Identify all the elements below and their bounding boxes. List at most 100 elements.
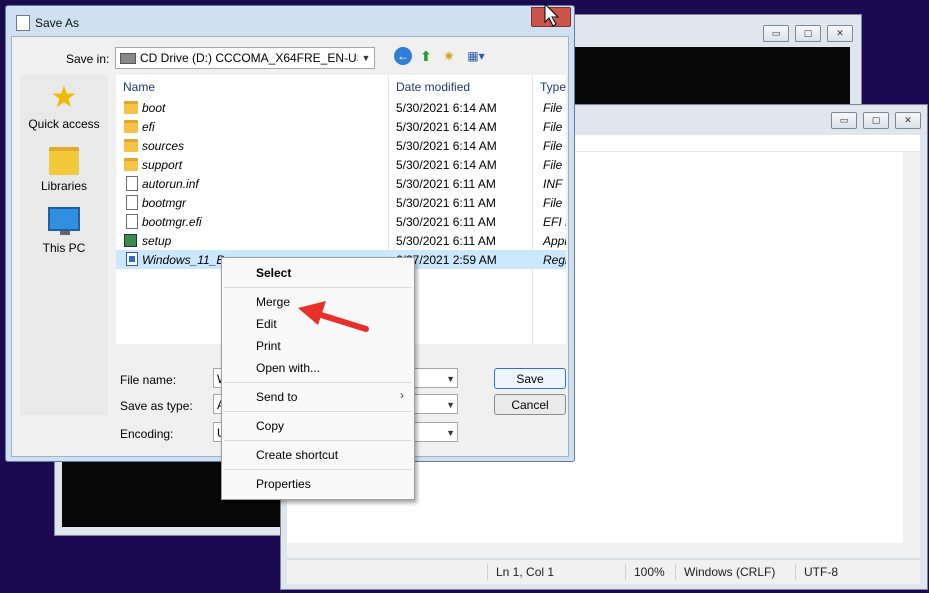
console-close-button[interactable]: ✕	[827, 25, 853, 42]
menu-item-print[interactable]: Print	[256, 339, 281, 353]
menu-separator	[224, 440, 412, 441]
file-name: bootmgr.efi	[142, 215, 202, 229]
cancel-button[interactable]: Cancel	[494, 394, 566, 415]
file-date: 5/30/2021 6:14 AM	[396, 139, 497, 153]
place-libraries[interactable]: Libraries	[20, 147, 108, 193]
star-icon: ★	[50, 81, 78, 114]
folder-icon	[124, 120, 138, 133]
menu-separator	[224, 382, 412, 383]
file-type: EFI Fi	[543, 215, 566, 229]
registry-file-icon	[126, 252, 138, 266]
file-date: 5/30/2021 6:14 AM	[396, 158, 497, 172]
console-maximize-button[interactable]: ▢	[795, 25, 821, 42]
back-icon[interactable]: ←	[394, 47, 412, 65]
save-as-type-label: Save as type:	[120, 399, 193, 413]
file-type: File fo	[543, 139, 566, 153]
file-type: File fo	[543, 120, 566, 134]
save-in-dropdown[interactable]: CD Drive (D:) CCCOMA_X64FRE_EN-US_DV ▼	[115, 47, 375, 69]
place-label: This PC	[42, 241, 86, 255]
folder-icon	[124, 101, 138, 114]
menu-item-merge[interactable]: Merge	[256, 295, 290, 309]
console-minimize-button[interactable]: ▭	[763, 25, 789, 42]
up-folder-icon[interactable]: ⬆	[417, 47, 435, 65]
place-quick-access[interactable]: ★ Quick access	[20, 81, 108, 132]
file-type: Appli	[543, 234, 566, 248]
view-menu-icon[interactable]: ▦▾	[463, 47, 489, 65]
dialog-close-button[interactable]: ✕	[531, 7, 571, 27]
this-pc-icon	[48, 207, 80, 235]
notepad-title-buttons: ▭ ▢ ✕	[831, 112, 921, 129]
notepad-close-button[interactable]: ✕	[895, 112, 921, 129]
notepad-maximize-button[interactable]: ▢	[863, 112, 889, 129]
file-icon	[126, 214, 138, 229]
file-name: bootmgr	[142, 196, 187, 210]
folder-icon	[124, 139, 138, 152]
menu-item-create-shortcut[interactable]: Create shortcut	[256, 448, 338, 462]
chevron-down-icon: ▼	[446, 374, 455, 384]
chevron-down-icon: ▼	[446, 400, 455, 410]
file-icon	[126, 176, 138, 191]
new-folder-icon[interactable]: ✷	[440, 47, 458, 65]
menu-item-select[interactable]: Select	[256, 266, 291, 280]
save-in-label: Save in:	[66, 52, 110, 66]
file-name: setup	[142, 234, 172, 248]
file-row[interactable]: boot 5/30/2021 6:14 AM File fo	[116, 98, 566, 117]
console-title-buttons: ▭ ▢ ✕	[763, 25, 853, 42]
notepad-horizontal-scrollbar[interactable]	[287, 543, 920, 557]
file-date: 5/30/2021 6:14 AM	[396, 101, 497, 115]
place-label: Libraries	[40, 179, 88, 193]
menu-separator	[224, 469, 412, 470]
file-row[interactable]: bootmgr.efi 5/30/2021 6:11 AM EFI Fi	[116, 212, 566, 231]
file-row[interactable]: support 5/30/2021 6:14 AM File fo	[116, 155, 566, 174]
file-type: Regis	[543, 253, 566, 267]
dialog-title: Save As	[35, 16, 80, 30]
file-name: support	[142, 158, 183, 172]
place-label: Quick access	[28, 117, 100, 131]
file-date: 5/30/2021 6:11 AM	[396, 177, 496, 191]
place-this-pc[interactable]: This PC	[20, 207, 108, 255]
file-icon	[126, 195, 138, 210]
column-header-name[interactable]: Name	[123, 80, 155, 94]
file-type: File	[543, 196, 563, 210]
places-bar: ★ Quick access Libraries This PC	[20, 75, 108, 415]
menu-item-open-with[interactable]: Open with...	[256, 361, 320, 375]
status-zoom: 100%	[625, 564, 672, 580]
column-header-type[interactable]: Type	[540, 80, 566, 94]
file-type: File fo	[543, 101, 566, 115]
status-encoding: UTF-8	[795, 564, 884, 580]
status-line-ending: Windows (CRLF)	[675, 564, 784, 580]
libraries-icon	[49, 147, 79, 175]
submenu-arrow-icon: ›	[400, 388, 404, 402]
navigation-toolbar: ← ⬆ ✷ ▦▾	[394, 47, 489, 65]
notepad-minimize-button[interactable]: ▭	[831, 112, 857, 129]
file-row[interactable]: efi 5/30/2021 6:14 AM File fo	[116, 117, 566, 136]
file-row[interactable]: bootmgr 5/30/2021 6:11 AM File	[116, 193, 566, 212]
notepad-status-bar: Ln 1, Col 1 100% Windows (CRLF) UTF-8	[287, 559, 920, 584]
menu-separator	[224, 287, 412, 288]
column-header-date[interactable]: Date modified	[396, 80, 470, 94]
file-date: 5/30/2021 6:11 AM	[396, 196, 496, 210]
menu-item-send-to[interactable]: Send to	[256, 390, 297, 404]
file-name: sources	[142, 139, 185, 153]
folder-icon	[124, 158, 138, 171]
file-date: 5/30/2021 6:14 AM	[396, 120, 497, 134]
file-name: autorun.inf	[142, 177, 199, 191]
notepad-vertical-scrollbar[interactable]	[903, 152, 920, 543]
status-position: Ln 1, Col 1	[487, 564, 624, 580]
file-name: boot	[142, 101, 166, 115]
file-row[interactable]: sources 5/30/2021 6:14 AM File fo	[116, 136, 566, 155]
file-date: 5/30/2021 6:11 AM	[396, 215, 496, 229]
chevron-down-icon: ▼	[361, 53, 371, 63]
setup-app-icon	[124, 234, 137, 247]
file-row[interactable]: autorun.inf 5/30/2021 6:11 AM INF Fi	[116, 174, 566, 193]
save-button[interactable]: Save	[494, 368, 566, 389]
encoding-label: Encoding:	[120, 427, 174, 441]
menu-item-properties[interactable]: Properties	[256, 477, 311, 491]
chevron-down-icon: ▼	[446, 428, 455, 438]
menu-item-edit[interactable]: Edit	[256, 317, 277, 331]
menu-item-copy[interactable]: Copy	[256, 419, 284, 433]
file-row[interactable]: setup 5/30/2021 6:11 AM Appli	[116, 231, 566, 250]
save-in-value: CD Drive (D:) CCCOMA_X64FRE_EN-US_DV	[140, 51, 358, 65]
notepad-document-icon	[16, 15, 30, 31]
file-name-label: File name:	[120, 373, 177, 387]
